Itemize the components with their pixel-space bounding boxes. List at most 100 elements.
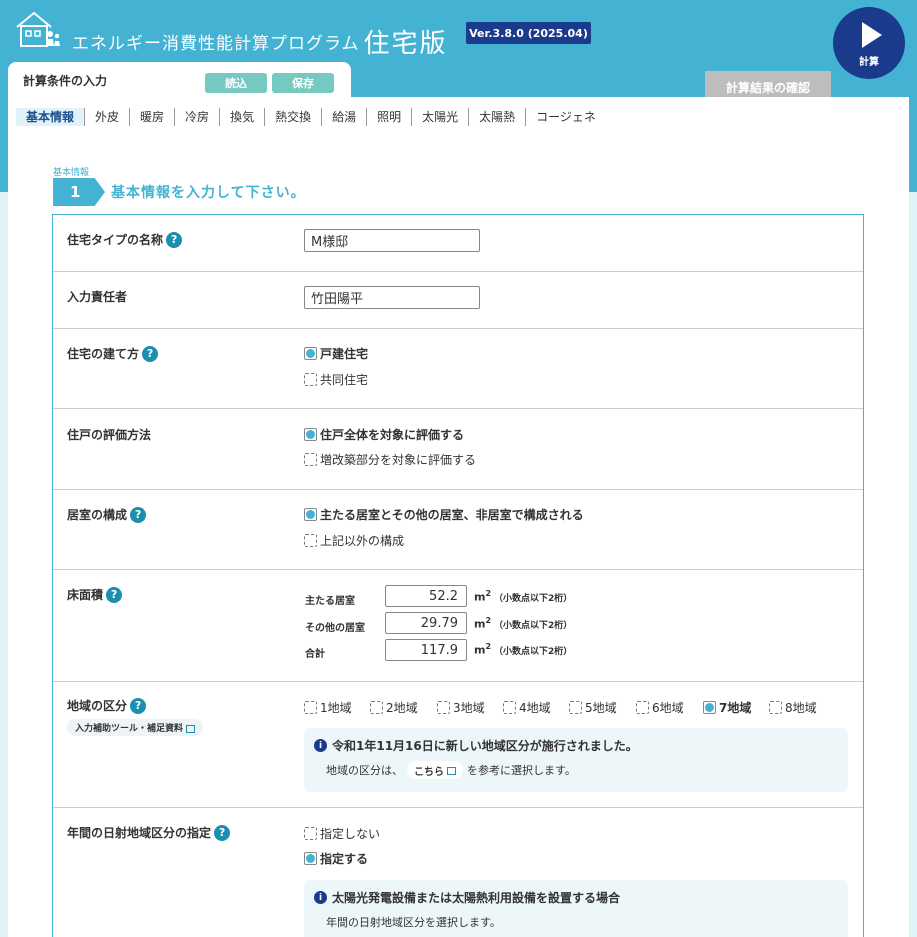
solar-info-box: i 太陽光発電設備または太陽熱利用設備を設置する場合 年間の日射地域区分を選択しま… [304, 880, 848, 937]
floor-area-label: 床面積? [67, 586, 123, 603]
option-standard-rooms[interactable]: 主たる居室とその他の居室、非居室で構成される [304, 506, 584, 523]
help-icon[interactable]: ? [142, 345, 159, 362]
main-room-label: 主たる居室 [305, 596, 355, 607]
building-type-label: 住宅の建て方? [67, 345, 159, 362]
external-link-icon [186, 724, 196, 733]
basic-info-form: 住宅タイプの名称? 入力責任者 住宅の建て方? 戸建住宅 共同住宅 住戸の評価方… [52, 214, 864, 937]
radio-empty-icon [636, 701, 649, 714]
section-number-badge: 1 [53, 178, 105, 206]
house-name-label: 住宅タイプの名称? [67, 231, 183, 248]
region-label: 地域の区分? [67, 697, 147, 714]
option-region-6[interactable]: 6地域 [636, 699, 684, 716]
tab-solar-pv[interactable]: 太陽光 [412, 108, 470, 126]
eval-method-label: 住戸の評価方法 [67, 428, 152, 442]
region-info-title: i 令和1年11月16日に新しい地域区分が施行されました。 [314, 737, 638, 754]
radio-checked-icon [304, 347, 317, 360]
tab-basic-info[interactable]: 基本情報 [16, 108, 86, 126]
option-other-config[interactable]: 上記以外の構成 [304, 532, 404, 549]
row-floor-area: 床面積? 主たる居室 m2（小数点以下2桁） その他の居室 m2（小数点以下2桁… [53, 570, 863, 682]
solar-info-body: 年間の日射地域区分を選択します。 [326, 916, 501, 929]
row-region: 地域の区分? 入力補助ツール・補足資料 1地域 2地域 3地域 4地域 5地域 … [53, 682, 863, 808]
save-button[interactable]: 保存 [272, 73, 334, 93]
radio-empty-icon [304, 701, 317, 714]
responsible-input[interactable] [304, 286, 480, 309]
option-region-8[interactable]: 8地域 [769, 699, 817, 716]
main-room-area-input[interactable] [385, 585, 467, 607]
tab-ventilation[interactable]: 換気 [220, 108, 266, 126]
option-region-7[interactable]: 7地域 [703, 699, 751, 716]
total-area-label: 合計 [305, 649, 325, 660]
radio-checked-icon [304, 508, 317, 521]
area-unit: m2（小数点以下2桁） [474, 642, 573, 657]
tab-cogeneration[interactable]: コージェネ [526, 108, 606, 126]
radio-checked-icon [703, 701, 716, 714]
option-region-3[interactable]: 3地域 [437, 699, 485, 716]
external-link-icon [447, 767, 456, 775]
app-title: エネルギー消費性能計算プログラム 住宅版 [72, 29, 448, 59]
calculate-button[interactable]: 計算 [833, 7, 905, 79]
row-responsible: 入力責任者 [53, 272, 863, 329]
row-house-name: 住宅タイプの名称? [53, 215, 863, 272]
radio-checked-icon [304, 852, 317, 865]
section-title: 基本情報を入力して下さい。 [111, 185, 306, 201]
area-unit: m2（小数点以下2桁） [474, 616, 573, 631]
option-renovation-part[interactable]: 増改築部分を対象に評価する [304, 451, 476, 468]
tab-heating[interactable]: 暖房 [130, 108, 176, 126]
option-region-4[interactable]: 4地域 [503, 699, 551, 716]
row-building-type: 住宅の建て方? 戸建住宅 共同住宅 [53, 329, 863, 409]
version-badge: Ver.3.8.0 (2025.04) [466, 22, 591, 44]
row-eval-method: 住戸の評価方法 住戸全体を対象に評価する 増改築部分を対象に評価する [53, 409, 863, 490]
option-region-5[interactable]: 5地域 [569, 699, 617, 716]
category-tabs: 基本情報 外皮 暖房 冷房 換気 熱交換 給湯 照明 太陽光 太陽熱 コージェネ [16, 107, 606, 127]
tab-cooling[interactable]: 冷房 [175, 108, 221, 126]
room-config-label: 居室の構成? [67, 506, 147, 523]
area-unit: m2（小数点以下2桁） [474, 589, 573, 604]
radio-empty-icon [304, 453, 317, 466]
option-whole-unit[interactable]: 住戸全体を対象に評価する [304, 426, 464, 443]
help-icon[interactable]: ? [166, 231, 183, 248]
radio-empty-icon [304, 827, 317, 840]
radio-checked-icon [304, 428, 317, 441]
house-name-input[interactable] [304, 229, 480, 252]
help-icon[interactable]: ? [106, 586, 123, 603]
load-button[interactable]: 読込 [205, 73, 267, 93]
option-detached-house[interactable]: 戸建住宅 [304, 345, 368, 362]
tab-input-conditions[interactable]: 計算条件の入力 読込 保存 [8, 62, 351, 102]
radio-empty-icon [370, 701, 383, 714]
option-region-2[interactable]: 2地域 [370, 699, 418, 716]
region-reference-link[interactable]: こちら [407, 761, 463, 779]
play-icon [862, 22, 882, 48]
solar-region-label: 年間の日射地域区分の指定? [67, 824, 231, 841]
radio-empty-icon [304, 534, 317, 547]
row-room-config: 居室の構成? 主たる居室とその他の居室、非居室で構成される 上記以外の構成 [53, 490, 863, 570]
info-icon: i [314, 891, 327, 904]
other-room-area-input[interactable] [385, 612, 467, 634]
house-logo-icon [16, 11, 60, 47]
section-small-label: 基本情報 [53, 168, 90, 178]
option-apartment[interactable]: 共同住宅 [304, 371, 368, 388]
region-info-body: 地域の区分は、 こちら を参考に選択します。 [326, 761, 576, 779]
tab-heat-exchange[interactable]: 熱交換 [265, 108, 323, 126]
help-icon[interactable]: ? [214, 824, 231, 841]
responsible-label: 入力責任者 [67, 290, 128, 304]
radio-empty-icon [437, 701, 450, 714]
help-icon[interactable]: ? [130, 697, 147, 714]
row-solar-region: 年間の日射地域区分の指定? 指定しない 指定する i 太陽光発電設備または太陽熱利… [53, 808, 863, 937]
option-no-specify[interactable]: 指定しない [304, 825, 380, 842]
tab-solar-thermal[interactable]: 太陽熱 [469, 108, 527, 126]
solar-info-title: i 太陽光発電設備または太陽熱利用設備を設置する場合 [314, 889, 620, 906]
option-specify[interactable]: 指定する [304, 850, 368, 867]
tab-lighting[interactable]: 照明 [367, 108, 413, 126]
input-tool-link[interactable]: 入力補助ツール・補足資料 [67, 719, 204, 736]
radio-empty-icon [503, 701, 516, 714]
tab-envelope[interactable]: 外皮 [85, 108, 131, 126]
help-icon[interactable]: ? [130, 506, 147, 523]
radio-empty-icon [769, 701, 782, 714]
region-info-box: i 令和1年11月16日に新しい地域区分が施行されました。 地域の区分は、 こちら… [304, 728, 848, 792]
info-icon: i [314, 739, 327, 752]
radio-empty-icon [304, 373, 317, 386]
tab-hot-water[interactable]: 給湯 [322, 108, 368, 126]
radio-empty-icon [569, 701, 582, 714]
option-region-1[interactable]: 1地域 [304, 699, 352, 716]
total-area-input[interactable] [385, 639, 467, 661]
